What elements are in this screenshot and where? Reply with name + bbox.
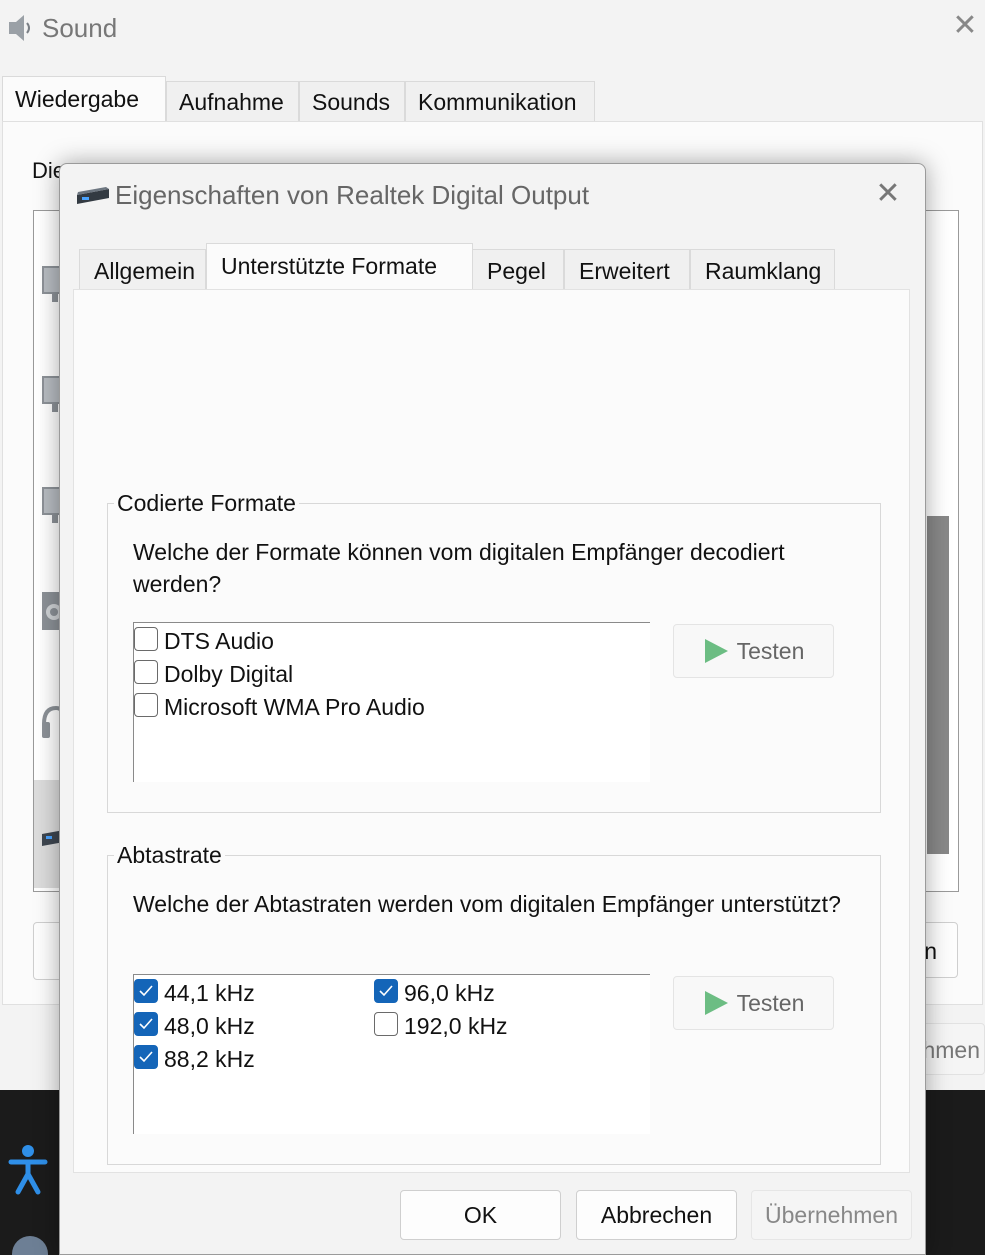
sound-apply-label: hmen bbox=[922, 1037, 980, 1063]
digital-output-icon bbox=[77, 187, 109, 204]
format-label: DTS Audio bbox=[164, 628, 274, 654]
tab-label: Kommunikation bbox=[418, 89, 577, 115]
sample-rate-legend: Abtastrate bbox=[114, 842, 225, 868]
checkbox-88-2[interactable] bbox=[134, 1044, 158, 1069]
encoded-formats-description: Welche der Formate können vom digitalen … bbox=[133, 539, 785, 597]
rate-48-0[interactable]: 48,0 kHz bbox=[134, 1010, 255, 1043]
test-encoded-button[interactable]: Testen bbox=[673, 624, 834, 678]
tab-aufnahme[interactable]: Aufnahme bbox=[166, 81, 299, 121]
apply-button[interactable]: Übernehmen bbox=[751, 1190, 912, 1240]
apply-button-label: Übernehmen bbox=[765, 1202, 898, 1228]
properties-dialog: Eigenschaften von Realtek Digital Output… bbox=[59, 163, 926, 1255]
checkbox-wma-pro-audio[interactable] bbox=[134, 692, 158, 717]
tab-allgemein[interactable]: Allgemein bbox=[79, 249, 206, 291]
format-label: Microsoft WMA Pro Audio bbox=[164, 694, 425, 720]
checkbox-44-1[interactable] bbox=[134, 978, 158, 1003]
sound-title: Sound bbox=[42, 13, 118, 43]
format-dolby-digital[interactable]: Dolby Digital bbox=[134, 658, 293, 691]
ok-button-label: OK bbox=[463, 1202, 498, 1228]
tab-label: Erweitert bbox=[579, 258, 670, 284]
test-button-label: Testen bbox=[736, 637, 805, 664]
encoded-formats-group: Codierte Formate Welche der Formate könn… bbox=[107, 490, 881, 813]
rate-192-0[interactable]: 192,0 kHz bbox=[374, 1010, 508, 1043]
checkbox-192-0[interactable] bbox=[374, 1011, 398, 1036]
checkbox-96-0[interactable] bbox=[374, 978, 398, 1003]
play-icon bbox=[704, 639, 728, 663]
rate-label: 192,0 kHz bbox=[404, 1013, 508, 1039]
format-dts-audio[interactable]: DTS Audio bbox=[134, 625, 274, 658]
dialog-close-icon[interactable]: ✕ bbox=[872, 178, 904, 210]
tab-label: Aufnahme bbox=[179, 89, 284, 115]
rate-label: 44,1 kHz bbox=[164, 980, 255, 1006]
rate-label: 88,2 kHz bbox=[164, 1046, 255, 1072]
rate-label: 48,0 kHz bbox=[164, 1013, 255, 1039]
play-icon bbox=[704, 991, 728, 1015]
dialog-title: Eigenschaften von Realtek Digital Output bbox=[115, 180, 590, 210]
tab-label: Sounds bbox=[312, 89, 391, 115]
tab-label: Allgemein bbox=[94, 258, 195, 284]
rate-44-1[interactable]: 44,1 kHz bbox=[134, 977, 255, 1010]
cancel-button-label: Abbrechen bbox=[600, 1202, 713, 1228]
sound-close-icon[interactable]: ✕ bbox=[949, 10, 981, 42]
tab-wiedergabe[interactable]: Wiedergabe bbox=[2, 76, 166, 122]
test-sample-rate-button[interactable]: Testen bbox=[673, 976, 834, 1030]
tab-unterstuetzte-formate[interactable]: Unterstützte Formate bbox=[206, 243, 473, 291]
tab-label: Unterstützte Formate bbox=[221, 253, 438, 279]
tab-label: Wiedergabe bbox=[15, 86, 140, 112]
sample-rate-description: Welche der Abtastraten werden vom digita… bbox=[133, 891, 841, 917]
test-button-label: Testen bbox=[736, 989, 805, 1016]
formats-panel: Codierte Formate Welche der Formate könn… bbox=[73, 289, 910, 1173]
encoded-formats-list: DTS Audio Dolby Digital Microsoft WMA Pr… bbox=[133, 622, 650, 782]
rate-label: 96,0 kHz bbox=[404, 980, 495, 1006]
checkbox-dolby-digital[interactable] bbox=[134, 659, 158, 684]
speaker-icon bbox=[9, 15, 30, 41]
sample-rate-group: Abtastrate Welche der Abtastraten werden… bbox=[107, 842, 881, 1165]
sample-rate-list: 44,1 kHz 48,0 kHz 88,2 kHz 96,0 kHz 192,… bbox=[133, 974, 650, 1134]
sound-titlebar: Sound ✕ bbox=[0, 0, 985, 58]
checkbox-48-0[interactable] bbox=[134, 1011, 158, 1036]
device-list-scrollbar[interactable] bbox=[927, 516, 949, 854]
encoded-formats-legend: Codierte Formate bbox=[114, 490, 299, 516]
format-wma-pro-audio[interactable]: Microsoft WMA Pro Audio bbox=[134, 691, 425, 724]
tab-raumklang[interactable]: Raumklang bbox=[690, 249, 835, 291]
format-label: Dolby Digital bbox=[164, 661, 294, 687]
shield-icon[interactable] bbox=[12, 1236, 48, 1255]
tab-erweitert[interactable]: Erweitert bbox=[564, 249, 690, 291]
properties-button-label: n bbox=[924, 938, 937, 964]
ok-button[interactable]: OK bbox=[400, 1190, 561, 1240]
tab-label: Pegel bbox=[487, 258, 546, 284]
accessibility-icon[interactable] bbox=[6, 1142, 50, 1196]
tab-pegel[interactable]: Pegel bbox=[472, 249, 564, 291]
rate-88-2[interactable]: 88,2 kHz bbox=[134, 1043, 255, 1076]
tab-label: Raumklang bbox=[705, 258, 822, 284]
checkbox-dts-audio[interactable] bbox=[134, 626, 158, 651]
cancel-button[interactable]: Abbrechen bbox=[576, 1190, 737, 1240]
tab-sounds[interactable]: Sounds bbox=[299, 81, 405, 121]
rate-96-0[interactable]: 96,0 kHz bbox=[374, 977, 495, 1010]
tab-kommunikation[interactable]: Kommunikation bbox=[405, 81, 595, 121]
